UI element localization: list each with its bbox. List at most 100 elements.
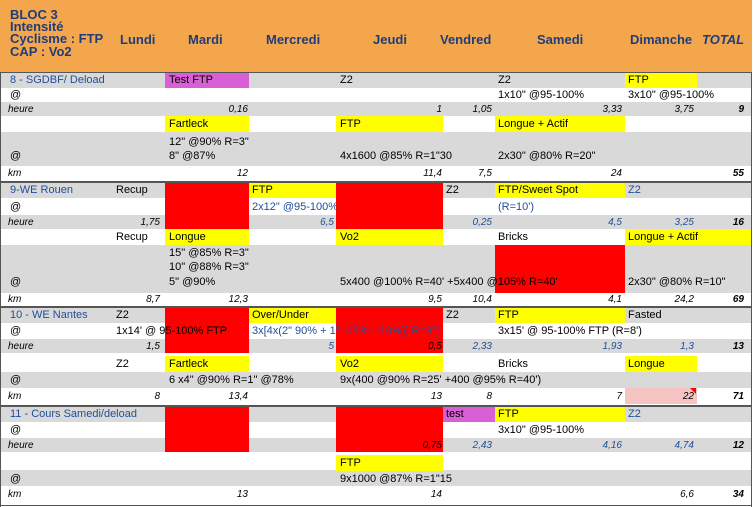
- session-detail: 1x10" @95-100%: [498, 89, 585, 101]
- session-detail: 2x12" @95-100%: [252, 201, 339, 213]
- session-detail: 5" @90%: [169, 276, 216, 288]
- unit-hours: heure: [8, 341, 34, 352]
- hours-value: 1,5: [146, 341, 160, 352]
- session-label: FTP: [340, 118, 361, 130]
- cell-red: [165, 406, 249, 452]
- unit-km: km: [8, 391, 22, 402]
- session-label: Longue + Actif: [628, 231, 699, 243]
- session-label: Z2: [340, 74, 353, 86]
- session-label: Fasted: [628, 309, 662, 321]
- session-label: Vo2: [340, 231, 359, 243]
- session-label: Bricks: [498, 358, 528, 370]
- day-header-thursday: Jeudi: [373, 32, 407, 47]
- hours-value: 1,05: [472, 104, 492, 115]
- unit-km: km: [8, 489, 22, 500]
- session-detail: 3x[4x(2" 90% + 1" 105%-110%)] R=3"]: [252, 325, 439, 337]
- km-value: 24: [610, 168, 622, 179]
- total-hours: 16: [732, 217, 744, 228]
- hours-value: 0,5: [428, 341, 442, 352]
- total-hours: 13: [732, 341, 744, 352]
- session-label: Z2: [116, 309, 129, 321]
- at-sign: @: [10, 201, 22, 213]
- km-value: 13,4: [228, 391, 248, 402]
- at-sign: @: [10, 89, 22, 101]
- session-detail: 2x30" @80% R=20": [498, 150, 596, 162]
- km-value: 13: [430, 391, 442, 402]
- hours-value: 4,5: [608, 217, 622, 228]
- km-value: 8: [154, 391, 160, 402]
- day-header-saturday: Samedi: [537, 32, 584, 47]
- km-value: 22: [682, 391, 694, 402]
- session-label: FTP: [628, 74, 649, 86]
- session-label: FTP: [498, 408, 519, 420]
- day-header-tuesday: Mardi: [188, 32, 223, 47]
- hours-value: 0,25: [472, 217, 492, 228]
- total-hours: 9: [738, 104, 744, 115]
- hours-value: 2,43: [472, 440, 492, 451]
- hours-value: 0,75: [422, 440, 442, 451]
- km-value: 14: [430, 489, 442, 500]
- hours-value: 1: [436, 104, 442, 115]
- session-label: Recup: [116, 231, 148, 243]
- bloc-subtitle-run: CAP : Vo2: [10, 44, 72, 59]
- session-label: Z2: [116, 358, 129, 370]
- session-label: Z2: [446, 309, 459, 321]
- grid-line: [0, 505, 752, 506]
- week-separator: [0, 306, 752, 308]
- unit-hours: heure: [8, 217, 34, 228]
- session-label: Z2: [628, 408, 641, 420]
- table-header: BLOC 3 Intensité Cyclisme : FTP CAP : Vo…: [0, 0, 752, 72]
- at-sign: @: [10, 276, 22, 288]
- day-header-monday: Lundi: [120, 32, 156, 47]
- session-label: Over/Under: [252, 309, 309, 321]
- hours-value: 4,16: [602, 440, 622, 451]
- at-sign: @: [10, 424, 22, 436]
- session-detail: 9x1000 @87% R=1"15: [340, 473, 453, 485]
- week-label: 11 - Cours Samedi/deload: [10, 408, 137, 420]
- week-label: 8 - SGDBF/ Deload: [10, 74, 105, 86]
- session-label: Z2: [628, 184, 641, 196]
- session-detail: (R=10'): [498, 201, 535, 213]
- session-label: Longue + Actif: [498, 118, 569, 130]
- km-value: 10,4: [472, 294, 492, 305]
- session-label: Longue: [628, 358, 665, 370]
- session-detail: 10" @88% R=3": [169, 261, 249, 273]
- unit-hours: heure: [8, 104, 34, 115]
- km-value: 6,6: [680, 489, 694, 500]
- session-label: FTP: [498, 309, 519, 321]
- session-label: FTP: [252, 184, 273, 196]
- km-value: 13: [236, 489, 248, 500]
- week-label: 9-WE Rouen: [10, 184, 73, 196]
- km-value: 7: [616, 391, 622, 402]
- at-sign: @: [10, 473, 22, 485]
- session-detail: 2x30" @80% R=10": [628, 276, 726, 288]
- km-value: 24,2: [674, 294, 694, 305]
- km-value: 11,4: [423, 168, 442, 179]
- total-header: TOTAL: [702, 32, 745, 47]
- hours-value: 4,74: [674, 440, 694, 451]
- hours-value: 5: [328, 341, 334, 352]
- session-label: Bricks: [498, 231, 528, 243]
- week-separator: [0, 181, 752, 183]
- km-value: 8,7: [146, 294, 160, 305]
- km-value: 7,5: [478, 168, 492, 179]
- session-label: Fartleck: [169, 118, 209, 130]
- at-sign: @: [10, 325, 22, 337]
- total-km: 69: [732, 294, 744, 305]
- km-value: 4,1: [608, 294, 622, 305]
- session-label: Z2: [446, 184, 459, 196]
- session-label: Test FTP: [169, 74, 214, 86]
- grid-line: [0, 72, 752, 73]
- grid-line: [751, 72, 752, 507]
- hours-value: 1,3: [680, 341, 694, 352]
- session-detail: 1x14' @ 95-100% FTP: [116, 325, 228, 337]
- session-detail: 6 x4" @90% R=1" @78%: [169, 374, 294, 386]
- hours-value: 0,16: [228, 104, 248, 115]
- cell-red: [165, 182, 249, 229]
- day-header-friday: Vendred: [440, 32, 492, 47]
- session-detail: 3x15' @ 95-100% FTP (R=8'): [498, 325, 642, 337]
- session-detail: 12" @90% R=3": [169, 136, 249, 148]
- grid-line: [0, 72, 1, 507]
- session-detail: 9x(400 @90% R=25' +400 @95% R=40'): [340, 374, 542, 386]
- total-km: 34: [732, 489, 744, 500]
